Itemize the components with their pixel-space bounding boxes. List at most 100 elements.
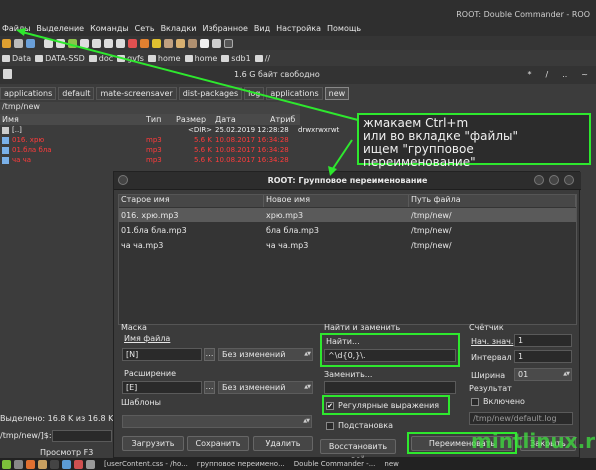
desktop-icon[interactable] — [14, 459, 23, 469]
col-new-name[interactable]: Новое имя — [264, 195, 409, 207]
full-view-icon[interactable] — [56, 38, 65, 48]
app-icon[interactable] — [62, 459, 71, 469]
tab-applications-2[interactable]: applications — [266, 86, 323, 100]
task-double-commander[interactable]: Double Commander -... — [294, 460, 376, 468]
filename-case-select[interactable]: Без изменений — [218, 348, 313, 361]
menu-help[interactable]: Помощь — [327, 24, 361, 33]
brief-view-icon[interactable] — [44, 38, 53, 48]
drive-home[interactable]: home — [147, 54, 181, 63]
restore-all-button[interactable]: Восстановить всё — [320, 439, 396, 464]
tab-new[interactable]: new — [324, 86, 350, 100]
menu-tabs[interactable]: Вкладки — [161, 24, 197, 33]
thumb-view-icon[interactable] — [68, 38, 77, 48]
menu-favorites[interactable]: Избранное — [202, 24, 247, 33]
save-button[interactable]: Сохранить — [187, 436, 249, 451]
app-icon[interactable] — [74, 459, 83, 469]
refresh-icon[interactable] — [2, 38, 11, 48]
drive-home-2[interactable]: home — [184, 54, 217, 63]
command-line-input[interactable] — [52, 430, 112, 442]
drive-root[interactable]: // — [254, 54, 270, 63]
drive-data[interactable]: Data — [2, 54, 31, 63]
menu-commands[interactable]: Команды — [90, 24, 129, 33]
table-row[interactable]: ча ча.mp3 ча ча.mp3 /tmp/new/ — [119, 238, 576, 252]
col-name[interactable]: Имя — [2, 115, 19, 124]
nav-root[interactable]: / — [546, 70, 549, 79]
file-row-parent[interactable]: [..] <DIR> 25.02.2019 12:28:28 drwxrwxrw… — [0, 126, 339, 136]
task-usercontent[interactable]: [userContent.css - /ho... — [104, 460, 188, 468]
width-select[interactable]: 01 — [514, 368, 572, 381]
filename-mask-input[interactable]: [N] — [122, 348, 202, 361]
terminal-icon[interactable] — [50, 459, 59, 469]
tab-default[interactable]: default — [58, 86, 95, 100]
substitution-checkbox[interactable]: Подстановка — [326, 421, 393, 430]
extension-mask-menu-button[interactable]: … — [204, 381, 215, 394]
file-row[interactable]: 016. хрю mp3 5.6 K 10.08.2017 16:34:28 — [0, 136, 300, 146]
arrow-right-icon[interactable] — [116, 38, 125, 48]
file-row[interactable]: ча ча mp3 5.6 K 10.08.2017 16:34:28 — [0, 156, 300, 166]
drive-sdb1[interactable]: sdb1 — [221, 54, 251, 63]
menu-view[interactable]: Вид — [254, 24, 270, 33]
col-attr[interactable]: Атриб — [270, 115, 295, 124]
menu-settings[interactable]: Настройка — [276, 24, 321, 33]
search-icon[interactable] — [26, 38, 35, 48]
nav-home[interactable]: ~ — [581, 70, 588, 79]
window-icon[interactable] — [14, 38, 23, 48]
cut-icon[interactable] — [128, 38, 137, 48]
archive-icon[interactable] — [188, 38, 197, 48]
log-file-input[interactable]: /tmp/new/default.log — [469, 412, 573, 425]
templates-select[interactable] — [122, 415, 312, 428]
filename-mask-menu-button[interactable]: … — [204, 348, 215, 361]
replace-input[interactable] — [324, 381, 456, 394]
col-date[interactable]: Дата — [215, 115, 236, 124]
load-button[interactable]: Загрузить — [122, 436, 184, 451]
menu-select[interactable]: Выделение — [36, 24, 84, 33]
tools-icon[interactable] — [164, 38, 173, 48]
nav-favorites[interactable]: * — [528, 70, 532, 79]
user-icon[interactable] — [176, 38, 185, 48]
task-multi-rename[interactable]: групповое переимено... — [197, 460, 285, 468]
menu-network[interactable]: Сеть — [135, 24, 155, 33]
terminal-icon[interactable] — [224, 38, 233, 48]
view-f3-button[interactable]: Просмотр F3 — [40, 448, 93, 457]
app-icon[interactable] — [86, 459, 95, 469]
drive-icon — [221, 54, 230, 62]
table-row[interactable]: 01.бла бла.mp3 бла бла.mp3 /tmp/new/ — [119, 223, 576, 237]
tab-dist-packages[interactable]: dist-packages — [178, 86, 243, 100]
find-input[interactable]: ^\d{0,}\. — [324, 349, 456, 362]
sync-icon[interactable] — [92, 38, 101, 48]
drive-gvfs[interactable]: gvfs — [117, 54, 144, 63]
tab-mate-screensaver[interactable]: mate-screensaver — [96, 86, 177, 100]
col-path[interactable]: Путь файла — [409, 195, 576, 207]
log-enabled-checkbox[interactable]: Включено — [471, 397, 525, 406]
folder-icon[interactable] — [38, 459, 47, 469]
extension-mask-input[interactable]: [E] — [122, 381, 202, 394]
tab-applications[interactable]: applications — [0, 86, 57, 100]
paste-icon[interactable] — [152, 38, 161, 48]
filename-label: Имя файла — [124, 334, 171, 343]
document-icon[interactable] — [200, 38, 209, 48]
table-row[interactable]: 016. хрю.mp3 хрю.mp3 /tmp/new/ — [119, 208, 576, 222]
regex-checkbox[interactable]: ✔ Регулярные выражения — [326, 401, 439, 410]
col-type[interactable]: Тип — [146, 115, 161, 124]
col-size[interactable]: Размер — [176, 115, 206, 124]
file-row[interactable]: 01.бла бла mp3 5.6 K 10.08.2017 16:34:28 — [0, 146, 300, 156]
drive-doc[interactable]: doc — [88, 54, 113, 63]
arrow-left-icon[interactable] — [104, 38, 113, 48]
menu-icon[interactable] — [2, 459, 11, 469]
browser-icon[interactable] — [26, 459, 35, 469]
col-old-name[interactable]: Старое имя — [119, 195, 264, 207]
nav-up[interactable]: .. — [562, 70, 567, 79]
drive-data-ssd[interactable]: DATA-SSD — [35, 54, 85, 63]
delete-button[interactable]: Удалить — [253, 436, 313, 451]
interval-input[interactable]: 1 — [514, 350, 572, 363]
task-new[interactable]: new — [384, 460, 398, 468]
drive-icon[interactable] — [3, 69, 12, 79]
tab-log[interactable]: log — [244, 86, 265, 100]
calculator-icon[interactable] — [212, 38, 221, 48]
tree-icon[interactable] — [80, 38, 89, 48]
copy-icon[interactable] — [140, 38, 149, 48]
menu-files[interactable]: Файлы — [2, 24, 30, 33]
separator-icon — [38, 39, 41, 48]
start-input[interactable]: 1 — [514, 334, 572, 347]
extension-case-select[interactable]: Без изменений — [218, 381, 313, 394]
